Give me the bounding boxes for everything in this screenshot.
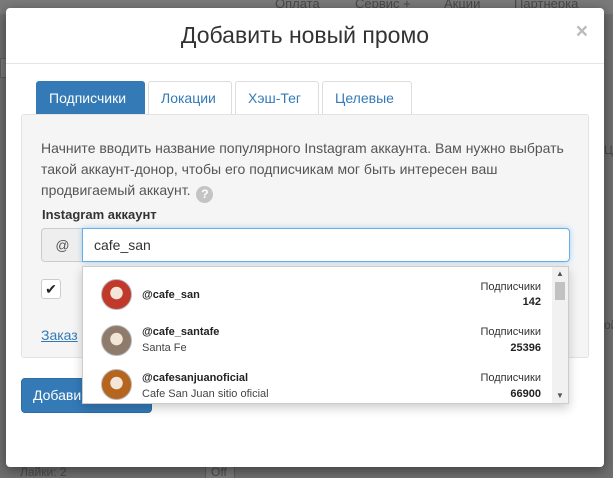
add-promo-modal: Добавить новый промо × Подписчики Локаци… xyxy=(6,8,604,467)
modal-header: Добавить новый промо × xyxy=(6,8,604,64)
dropdown-scrollbar[interactable]: ▲ ▼ xyxy=(552,267,568,403)
subscribers-count: 66900 xyxy=(510,388,541,400)
suggestion-username: @cafe_santafe xyxy=(142,326,220,338)
instagram-account-label: Instagram аккаунт xyxy=(42,207,157,222)
subscribers-count: 142 xyxy=(522,296,541,308)
order-link[interactable]: Заказ xyxy=(41,327,78,343)
at-sign-addon: @ xyxy=(41,228,83,262)
list-item[interactable]: @cafe_santafe Santa Fe Подписчики 25396 xyxy=(83,319,553,365)
bg-side-fragment: ой xyxy=(604,318,613,332)
question-icon[interactable]: ? xyxy=(196,186,214,203)
close-icon[interactable]: × xyxy=(576,20,588,44)
tab-locations[interactable]: Локации xyxy=(148,81,232,114)
subscribers-count: 25396 xyxy=(510,342,541,354)
subscribers-label: Подписчики xyxy=(480,372,541,384)
list-item[interactable]: @cafe_san Подписчики 142 xyxy=(83,273,553,319)
option-checkbox[interactable]: ✔ xyxy=(41,279,61,299)
avatar xyxy=(101,369,132,400)
tab-targeted[interactable]: Целевые xyxy=(322,81,412,114)
account-suggestions-dropdown: @cafe_san Подписчики 142 @cafe_santafe S… xyxy=(82,266,569,404)
suggestion-full-name: Santa Fe xyxy=(142,342,187,354)
help-text: Начните вводить название популярного Ins… xyxy=(41,138,571,203)
tab-subscribers[interactable]: Подписчики xyxy=(36,81,145,114)
modal-title: Добавить новый промо xyxy=(180,22,430,48)
instagram-account-input[interactable] xyxy=(82,228,570,262)
scroll-thumb[interactable] xyxy=(555,282,565,300)
subscribers-label: Подписчики xyxy=(480,281,541,293)
bg-side-fragment: Ц xyxy=(604,143,613,157)
list-item[interactable]: @cafesanjuanoficial Cafe San Juan sitio … xyxy=(83,365,553,403)
tab-hashtag[interactable]: Хэш-Тег xyxy=(235,81,319,114)
avatar xyxy=(101,325,132,356)
suggestion-username: @cafe_san xyxy=(142,289,200,301)
subscribers-label: Подписчики xyxy=(480,326,541,338)
avatar xyxy=(101,279,132,310)
scroll-up-arrow-icon[interactable]: ▲ xyxy=(552,267,568,281)
suggestion-username: @cafesanjuanoficial xyxy=(142,372,249,384)
scroll-down-arrow-icon[interactable]: ▼ xyxy=(552,389,568,403)
help-text-body: Начните вводить название популярного Ins… xyxy=(41,140,564,198)
suggestion-full-name: Cafe San Juan sitio oficial xyxy=(142,388,269,400)
